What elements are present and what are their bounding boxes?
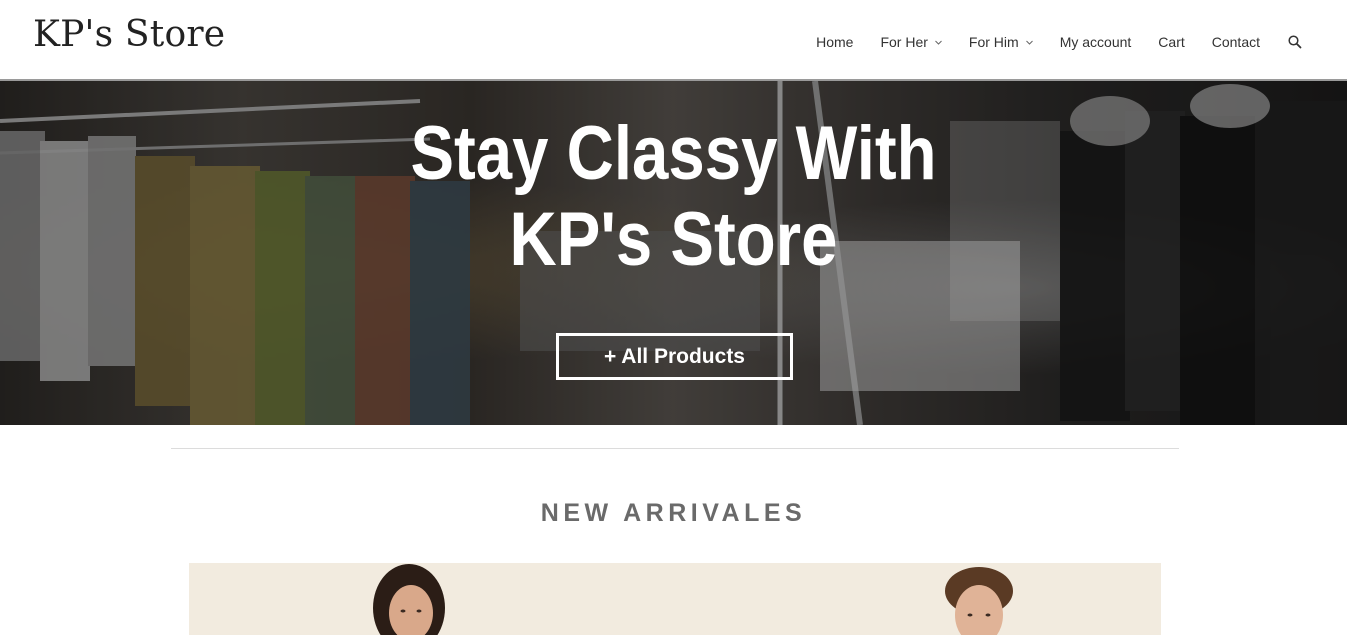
nav-item-cart[interactable]: Cart: [1158, 34, 1184, 50]
hero-title-line: Stay Classy With: [410, 111, 937, 196]
nav-item-for-him[interactable]: For Him: [969, 34, 1033, 50]
nav-item-label: For Him: [968, 34, 1019, 50]
hero-title: Stay Classy With KP's Store: [94, 111, 1252, 283]
nav-item-label: For Her: [880, 34, 928, 50]
nav-item-label: Contact: [1211, 34, 1260, 50]
new-arrivals-heading: NEW ARRIVALES: [540, 499, 807, 527]
search-icon[interactable]: [1287, 34, 1303, 50]
hero-title-line: KP's Store: [509, 197, 838, 282]
hero-banner: Stay Classy With KP's Store + All Produc…: [0, 81, 1347, 425]
nav-item-for-her[interactable]: For Her: [880, 34, 942, 50]
nav-item-label: My account: [1059, 34, 1132, 50]
nav-item-contact[interactable]: Contact: [1212, 34, 1260, 50]
nav-item-home[interactable]: Home: [816, 34, 853, 50]
main-nav: Home For Her For Him My account Cart Con…: [816, 32, 1303, 52]
nav-item-my-account[interactable]: My account: [1060, 34, 1132, 50]
nav-item-label: Home: [816, 34, 854, 50]
all-products-button[interactable]: + All Products: [556, 333, 793, 380]
site-header: KP's Store Home For Her For Him My accou…: [0, 0, 1347, 81]
chevron-down-icon: [1025, 39, 1033, 46]
chevron-down-icon: [935, 39, 942, 46]
new-arrivals-banner-image[interactable]: [189, 563, 1161, 635]
site-logo[interactable]: KP's Store: [33, 14, 225, 55]
nav-item-label: Cart: [1158, 34, 1185, 50]
section-divider: [171, 448, 1179, 449]
